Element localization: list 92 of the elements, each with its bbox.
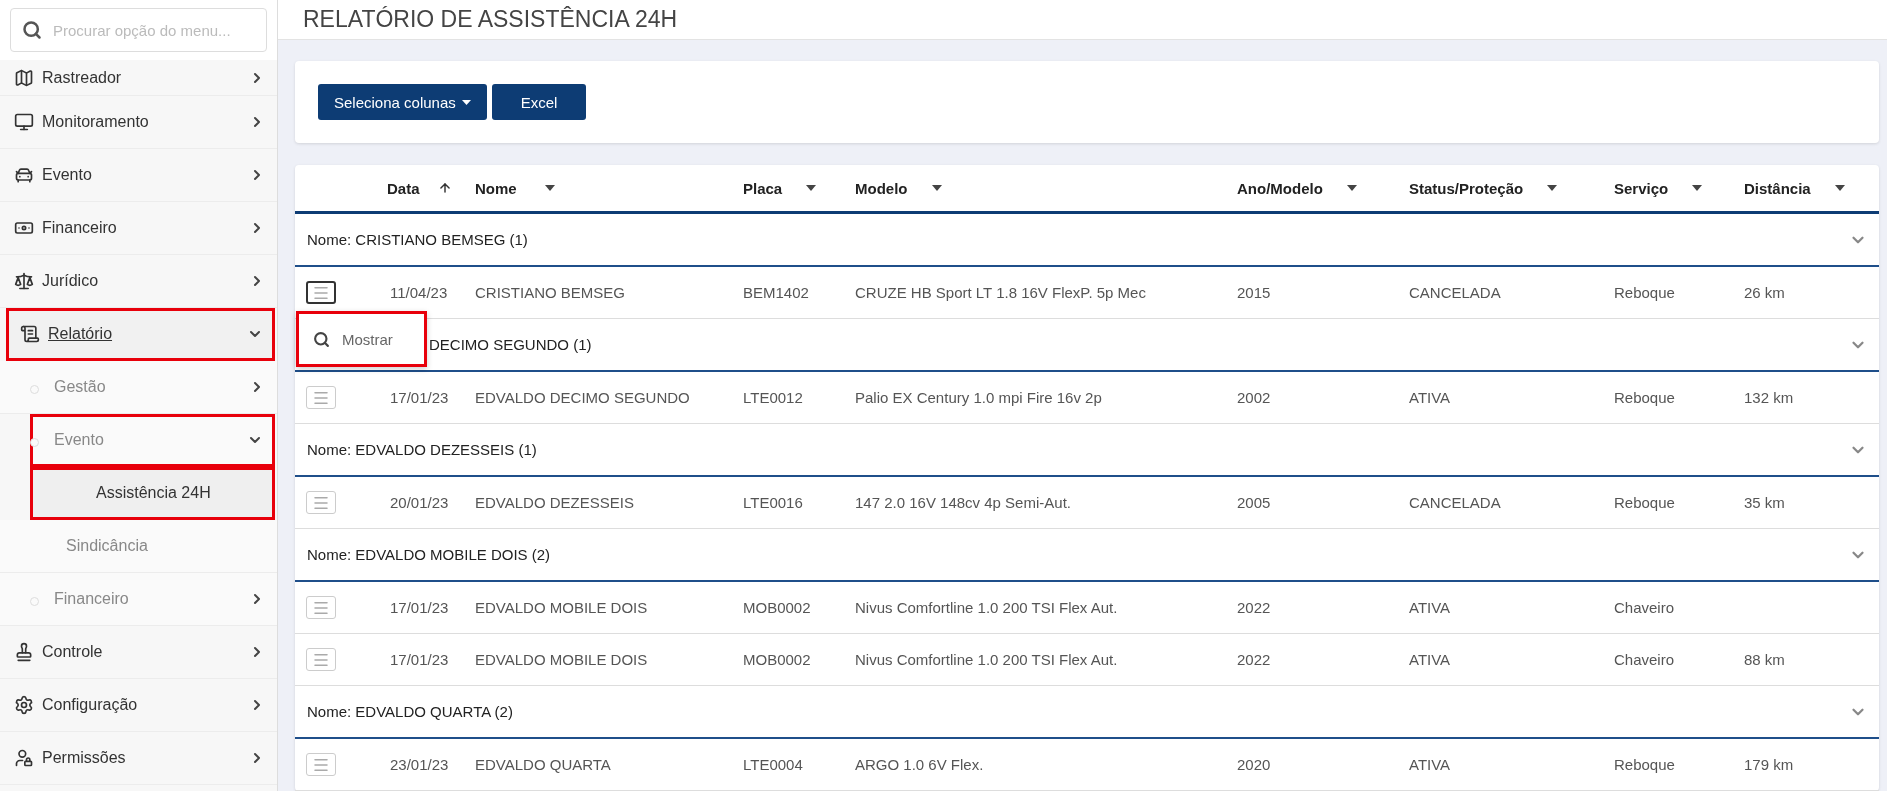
table-cell-text: Chaveiro bbox=[1614, 651, 1676, 668]
map-icon bbox=[14, 67, 34, 88]
table-cell-text: MOB0002 bbox=[743, 651, 812, 668]
table-cell-text: 88 km bbox=[1744, 651, 1786, 668]
table-cell-text: EDVALDO DEZESSEIS bbox=[475, 494, 635, 511]
table-cell-text: EDVALDO QUARTA bbox=[475, 756, 612, 773]
table-cell-text: CRUZE HB Sport LT 1.8 16V FlexP. 5p Mec bbox=[855, 284, 1147, 301]
caret-down-icon[interactable] bbox=[806, 185, 817, 191]
table-cell-text: 11/04/23 bbox=[389, 284, 449, 301]
column-header[interactable]: Ano/Modelo bbox=[1237, 179, 1409, 197]
caret-down-icon[interactable] bbox=[1692, 185, 1703, 191]
row-menu-button[interactable] bbox=[306, 281, 336, 304]
settings-icon bbox=[14, 695, 34, 715]
table-cell-text: Chaveiro bbox=[1614, 599, 1676, 616]
column-header[interactable]: Nome bbox=[475, 179, 743, 197]
table-cell-text: Nivus Comfortline 1.0 200 TSI Flex Aut. bbox=[855, 599, 1119, 616]
table-cell-text: 23/01/23 bbox=[389, 756, 450, 773]
column-header[interactable]: Placa bbox=[743, 179, 855, 197]
table-cell-text: LTE0016 bbox=[743, 494, 804, 511]
menu-option[interactable]: Mostrar bbox=[313, 330, 393, 348]
tree-dot-icon bbox=[30, 438, 39, 447]
caret-down-icon[interactable] bbox=[1547, 185, 1558, 191]
table-cell-text: ATIVA bbox=[1409, 599, 1452, 616]
table-cell-text: Reboque bbox=[1614, 756, 1676, 773]
search-icon bbox=[22, 20, 42, 40]
group-row[interactable]: Nome: EDVALDO MOBILE DOIS (2) bbox=[295, 529, 1879, 582]
column-header[interactable]: Data bbox=[387, 179, 475, 197]
table-cell-text: 17/01/23 bbox=[389, 651, 450, 668]
group-row[interactable]: Nome: EDVALDO DEZESSEIS (1) bbox=[295, 424, 1879, 477]
search-field[interactable]: Procurar opção do menu... bbox=[10, 8, 267, 52]
monitor-icon bbox=[14, 112, 34, 132]
caret-down-icon bbox=[461, 99, 471, 105]
table-cell-text: EDVALDO MOBILE DOIS bbox=[475, 599, 649, 616]
table-cell-text: Reboque bbox=[1614, 494, 1676, 511]
excel-button[interactable]: Excel bbox=[491, 84, 587, 120]
table-cell-text: EDVALDO MOBILE DOIS bbox=[475, 651, 649, 668]
table-cell-text: 2020 bbox=[1237, 756, 1272, 773]
table-cell-text: LTE0004 bbox=[743, 756, 804, 773]
stamp-icon bbox=[14, 642, 34, 662]
table-cell-text: Palio EX Century 1.0 mpi Fire 16v 2p bbox=[855, 389, 1103, 406]
column-header[interactable]: Serviço bbox=[1614, 179, 1744, 197]
menu-item[interactable]: Assistência 24H bbox=[30, 467, 275, 520]
column-header[interactable]: Status/Proteção bbox=[1409, 179, 1614, 197]
table-cell-text: LTE0012 bbox=[743, 389, 804, 406]
page-title: RELATÓRIO DE ASSISTÊNCIA 24H bbox=[303, 6, 678, 33]
table-cell-text: 179 km bbox=[1744, 756, 1795, 773]
table-cell-text: MOB0002 bbox=[743, 599, 812, 616]
columns-dropdown-button[interactable]: Seleciona colunas bbox=[318, 84, 487, 120]
scale-icon bbox=[14, 271, 34, 291]
table-cell-text: 2022 bbox=[1237, 651, 1272, 668]
sort-up-icon[interactable] bbox=[437, 181, 452, 195]
table-cell-text: 35 km bbox=[1744, 494, 1786, 511]
table-cell-text: ATIVA bbox=[1409, 651, 1452, 668]
table-cell-text: 147 2.0 16V 148cv 4p Semi-Aut. bbox=[855, 494, 1072, 511]
scroll-icon bbox=[20, 324, 40, 344]
group-label: Nome: EDVALDO DEZESSEIS (1) bbox=[307, 441, 537, 458]
caret-down-icon[interactable] bbox=[1346, 185, 1357, 191]
table-cell-text: Nivus Comfortline 1.0 200 TSI Flex Aut. bbox=[855, 651, 1119, 668]
car-icon bbox=[14, 165, 34, 185]
table-cell-text: CANCELADA bbox=[1409, 494, 1502, 511]
caret-down-icon[interactable] bbox=[931, 185, 942, 191]
table-cell-text: ATIVA bbox=[1409, 756, 1452, 773]
group-label: Nome: CRISTIANO BEMSEG (1) bbox=[307, 231, 528, 248]
table-cell-text: CRISTIANO BEMSEG bbox=[475, 284, 627, 301]
table-cell-text: 2005 bbox=[1237, 494, 1272, 511]
caret-down-icon[interactable] bbox=[544, 185, 555, 191]
group-row[interactable]: Nome: CRISTIANO BEMSEG (1) bbox=[295, 214, 1879, 267]
column-header[interactable]: Distância bbox=[1744, 179, 1879, 197]
group-label: Nome: EDVALDO MOBILE DOIS (2) bbox=[307, 546, 551, 563]
table-cell-text: 26 km bbox=[1744, 284, 1786, 301]
table-cell-text: ATIVA bbox=[1409, 389, 1452, 406]
table-cell-text: Reboque bbox=[1614, 284, 1676, 301]
table-cell-text: 132 km bbox=[1744, 389, 1795, 406]
menu-item[interactable]: Relatório bbox=[6, 308, 275, 361]
table-cell-text: 2022 bbox=[1237, 599, 1272, 616]
table-cell-text: EDVALDO DECIMO SEGUNDO bbox=[475, 389, 691, 406]
caret-down-icon[interactable] bbox=[1834, 185, 1845, 191]
table-cell-text: Reboque bbox=[1614, 389, 1676, 406]
group-label: DECIMO SEGUNDO (1) bbox=[429, 336, 592, 353]
table-cell-text: ARGO 1.0 6V Flex. bbox=[855, 756, 985, 773]
table-cell-text: 2002 bbox=[1237, 389, 1272, 406]
table-cell-text: BEM1402 bbox=[743, 284, 810, 301]
table-cell-text: CANCELADA bbox=[1409, 284, 1502, 301]
table-cell-text: 2015 bbox=[1237, 284, 1272, 301]
table-cell-text: 20/01/23 bbox=[389, 494, 450, 511]
user-lock-icon bbox=[14, 748, 34, 768]
table-cell-text: 17/01/23 bbox=[389, 389, 450, 406]
group-row[interactable]: Nome: EDVALDO QUARTA (2) bbox=[295, 686, 1879, 739]
table-cell-text: 17/01/23 bbox=[389, 599, 450, 616]
search-icon bbox=[313, 330, 330, 348]
group-label: Nome: EDVALDO QUARTA (2) bbox=[307, 703, 513, 720]
column-header[interactable]: Modelo bbox=[855, 179, 1237, 197]
